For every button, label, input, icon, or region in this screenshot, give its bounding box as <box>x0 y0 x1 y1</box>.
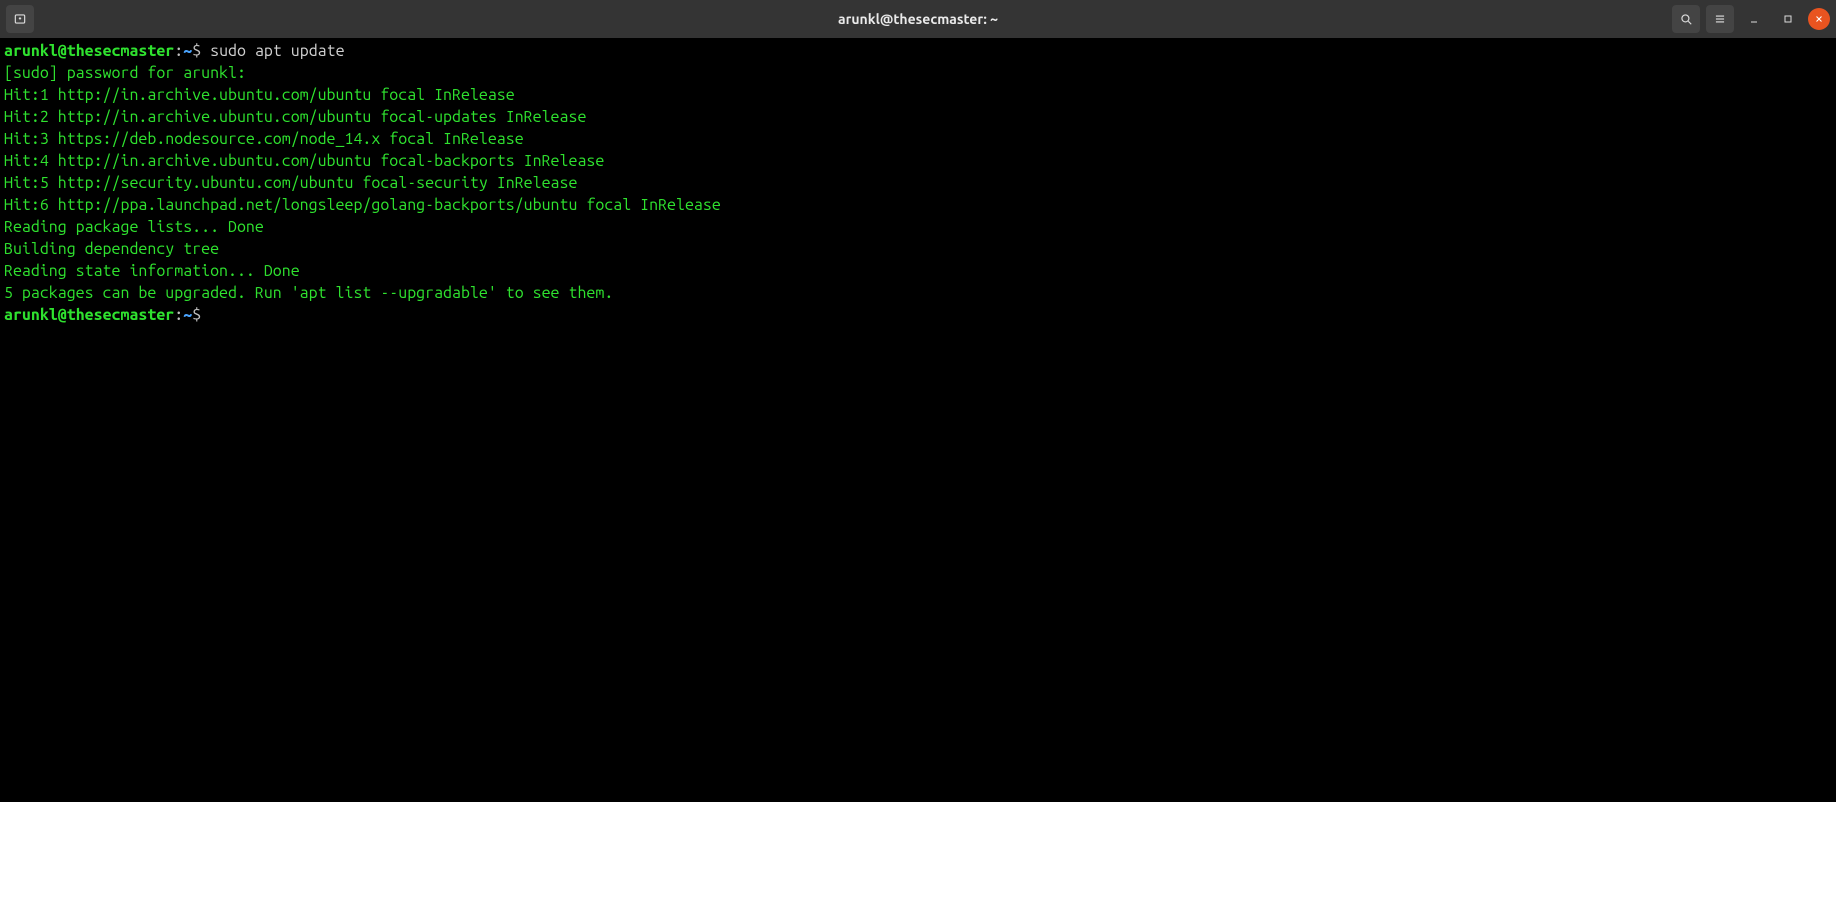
output-line: Building dependency tree <box>4 238 1832 260</box>
maximize-button[interactable] <box>1774 5 1802 33</box>
output-line: Hit:3 https://deb.nodesource.com/node_14… <box>4 128 1832 150</box>
prompt-line: arunkl@thesecmaster:~$ <box>4 304 1832 326</box>
prompt-line: arunkl@thesecmaster:~$ sudo apt update <box>4 40 1832 62</box>
output-line: 5 packages can be upgraded. Run 'apt lis… <box>4 282 1832 304</box>
minimize-button[interactable] <box>1740 5 1768 33</box>
output-line: Hit:2 http://in.archive.ubuntu.com/ubunt… <box>4 106 1832 128</box>
output-line: Hit:5 http://security.ubuntu.com/ubuntu … <box>4 172 1832 194</box>
output-line: Hit:4 http://in.archive.ubuntu.com/ubunt… <box>4 150 1832 172</box>
window-title: arunkl@thesecmaster: ~ <box>838 11 998 27</box>
bottom-blank-area <box>0 802 1836 898</box>
prompt-path: ~ <box>183 42 192 60</box>
command-text: sudo apt update <box>210 42 344 60</box>
new-tab-button[interactable] <box>6 5 34 33</box>
output-line: Hit:6 http://ppa.launchpad.net/longsleep… <box>4 194 1832 216</box>
terminal-area[interactable]: arunkl@thesecmaster:~$ sudo apt update [… <box>0 38 1836 802</box>
titlebar: arunkl@thesecmaster: ~ <box>0 0 1836 38</box>
prompt-user: arunkl <box>4 42 58 60</box>
output-line: Reading state information... Done <box>4 260 1832 282</box>
prompt-host: thesecmaster <box>67 42 175 60</box>
output-line: Hit:1 http://in.archive.ubuntu.com/ubunt… <box>4 84 1832 106</box>
menu-button[interactable] <box>1706 5 1734 33</box>
close-button[interactable] <box>1808 8 1830 30</box>
search-button[interactable] <box>1672 5 1700 33</box>
output-line: Reading package lists... Done <box>4 216 1832 238</box>
output-line: [sudo] password for arunkl: <box>4 62 1832 84</box>
